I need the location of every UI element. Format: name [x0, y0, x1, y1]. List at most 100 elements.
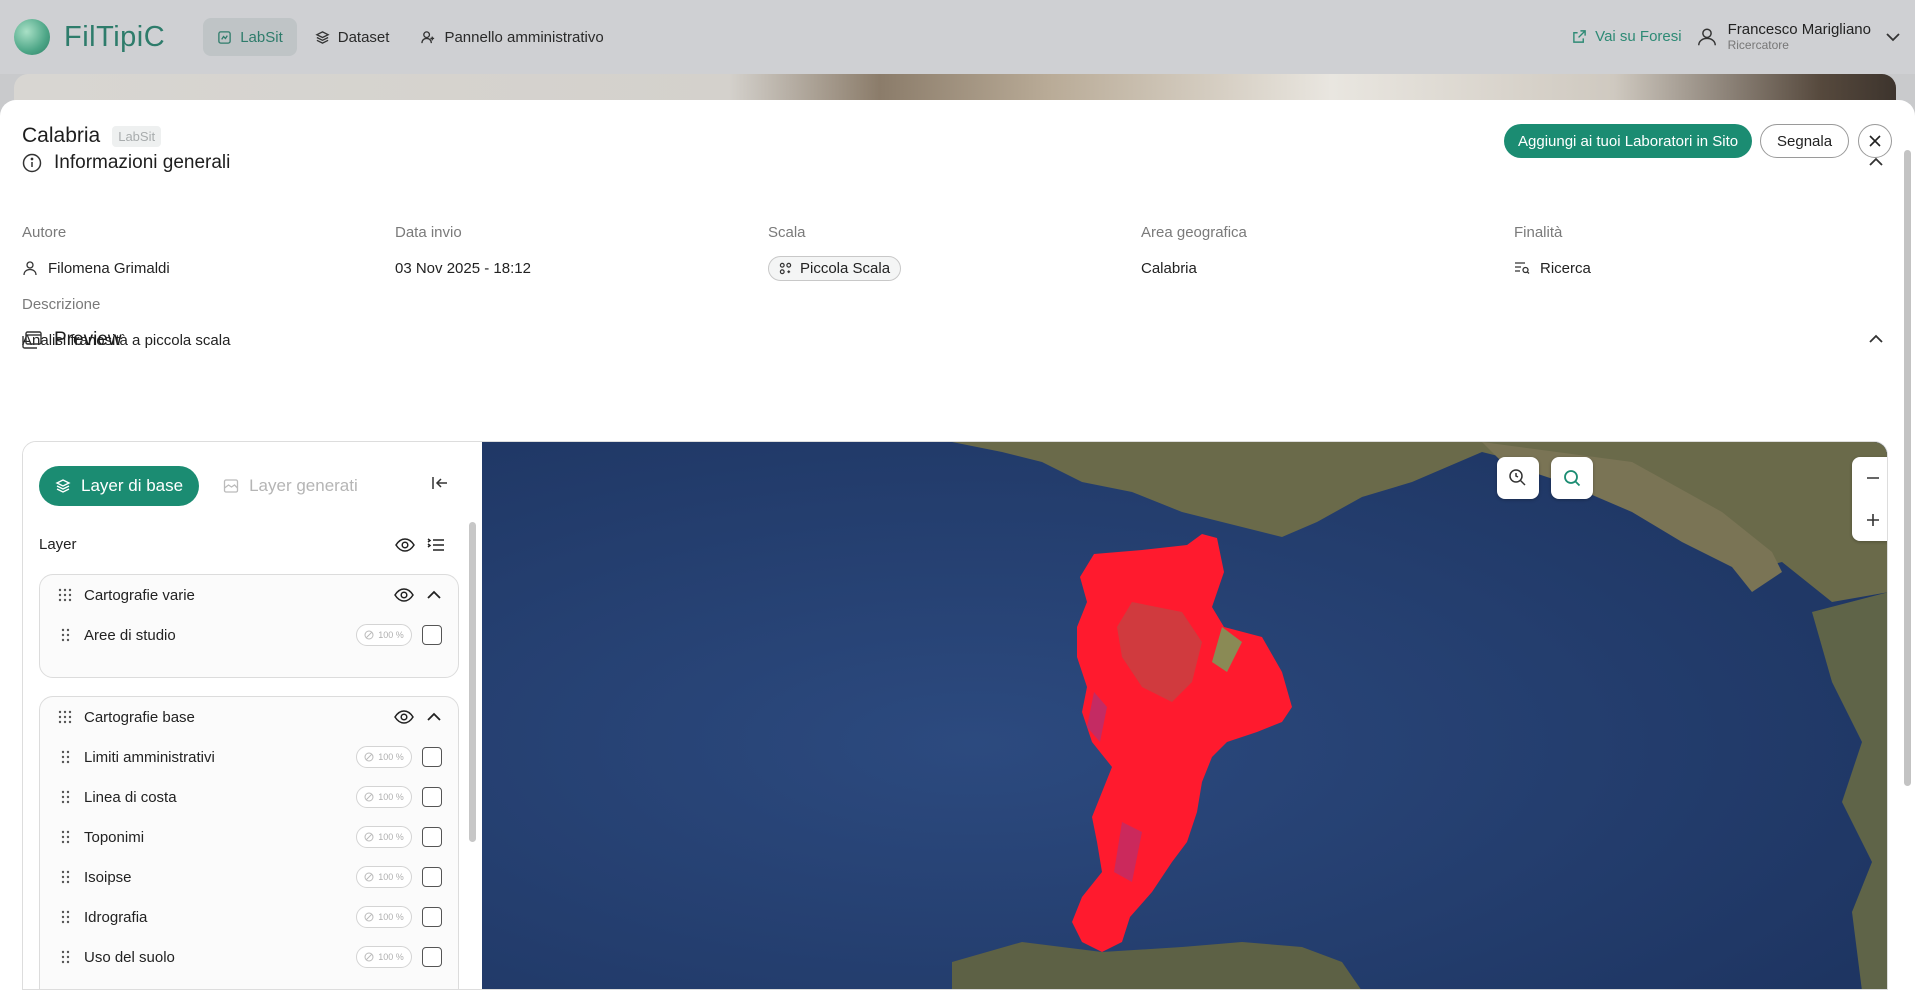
- drag-handle-icon[interactable]: [58, 749, 72, 765]
- map-view[interactable]: [482, 442, 1887, 989]
- opacity-control[interactable]: 100 %: [356, 906, 412, 928]
- scale-value-row: Piccola Scala: [768, 255, 902, 281]
- layer-header-label: Layer: [39, 536, 77, 553]
- minus-icon: [1867, 477, 1879, 479]
- layer-group-header[interactable]: Cartografie varie: [40, 575, 458, 615]
- preview-heading[interactable]: Preview: [22, 329, 122, 351]
- app-logo[interactable]: FilTipiC: [14, 19, 165, 55]
- opacity-control[interactable]: 100 %: [356, 826, 412, 848]
- purpose-value-row: Ricerca: [1514, 255, 1591, 281]
- drag-handle-icon[interactable]: [58, 909, 72, 925]
- user-menu[interactable]: Francesco Marigliano Ricercatore: [1728, 21, 1871, 52]
- chevron-up-icon[interactable]: [1868, 154, 1884, 170]
- list-options-icon[interactable]: [427, 537, 445, 553]
- logo-mark-icon: [14, 19, 50, 55]
- layer-group-name: Cartografie base: [84, 708, 195, 726]
- nav-tab-label: Dataset: [337, 28, 390, 46]
- user-icon: [23, 261, 37, 276]
- add-to-labs-button[interactable]: Aggiungi ai tuoi Laboratori in Sito: [1504, 124, 1753, 158]
- layer-checkbox[interactable]: [422, 747, 442, 767]
- drag-handle-icon[interactable]: [58, 869, 72, 885]
- drag-handle-icon[interactable]: [58, 627, 72, 643]
- layer-checkbox[interactable]: [422, 907, 442, 927]
- layer-group-header[interactable]: Cartografie base: [40, 697, 458, 737]
- opacity-control[interactable]: 100 %: [356, 946, 412, 968]
- nav-right: Vai su Foresi Francesco Marigliano Ricer…: [1572, 21, 1901, 52]
- drag-handle-icon[interactable]: [58, 789, 72, 805]
- layer-controls: 100 %: [356, 866, 442, 888]
- eye-icon[interactable]: [394, 587, 414, 603]
- external-link-foresi[interactable]: Vai su Foresi: [1572, 28, 1682, 46]
- chevron-up-icon[interactable]: [426, 709, 442, 725]
- opacity-control[interactable]: 100 %: [356, 746, 412, 768]
- tab-generated-layers[interactable]: Layer generati: [223, 476, 358, 496]
- layer-checkbox[interactable]: [422, 827, 442, 847]
- top-navigation-bar: FilTipiC LabSit Dataset Pannello amminis…: [0, 0, 1915, 74]
- date-value: 03 Nov 2025 - 18:12: [395, 259, 531, 277]
- layer-row: Toponimi 100 %: [40, 817, 458, 857]
- layer-checkbox[interactable]: [422, 947, 442, 967]
- nav-tab-dataset[interactable]: Dataset: [301, 18, 404, 56]
- location-search-icon: [1509, 469, 1526, 486]
- layer-controls: 100 %: [356, 906, 442, 928]
- opacity-control[interactable]: 100 %: [356, 624, 412, 646]
- drag-handle-icon[interactable]: [58, 949, 72, 965]
- user-role: Ricercatore: [1727, 37, 1789, 52]
- opacity-icon: [364, 872, 374, 882]
- author-value-row: Filomena Grimaldi: [22, 255, 170, 281]
- zoom-in-button[interactable]: [1852, 499, 1887, 541]
- general-info-heading[interactable]: Informazioni generali: [22, 152, 230, 174]
- user-name: Francesco Marigliano: [1727, 21, 1871, 39]
- layer-name: Isoipse: [84, 868, 132, 886]
- zoom-controls: [1852, 457, 1887, 541]
- lab-icon: [218, 30, 231, 44]
- opacity-value: 100 %: [378, 832, 404, 842]
- opacity-value: 100 %: [378, 912, 404, 922]
- panel-scrollbar[interactable]: [1904, 150, 1911, 786]
- layer-checkbox[interactable]: [422, 625, 442, 645]
- layer-row: Limiti amministrativi 100 %: [40, 737, 458, 777]
- chevron-up-icon[interactable]: [426, 587, 442, 603]
- layer-header-actions: [395, 537, 445, 553]
- labsit-detail-panel: Calabria LabSit Aggiungi ai tuoi Laborat…: [0, 100, 1915, 990]
- opacity-control[interactable]: 100 %: [356, 866, 412, 888]
- field-label: Descrizione: [22, 296, 101, 313]
- close-button[interactable]: [1858, 124, 1892, 158]
- eye-icon[interactable]: [395, 537, 415, 553]
- layer-name: Aree di studio: [84, 626, 176, 644]
- drag-handle-icon[interactable]: [58, 829, 72, 845]
- user-avatar-icon[interactable]: [1696, 26, 1718, 48]
- layer-header: Layer: [39, 536, 445, 553]
- scale-field: Scala Piccola Scala: [768, 224, 902, 281]
- chevron-down-icon[interactable]: [1885, 29, 1901, 45]
- research-icon: [1515, 262, 1530, 274]
- layers-icon: [315, 30, 330, 44]
- tab-base-layers[interactable]: Layer di base: [39, 466, 200, 506]
- opacity-control[interactable]: 100 %: [356, 786, 412, 808]
- nav-tab-admin-panel[interactable]: Pannello amministrativo: [407, 18, 617, 56]
- collapse-sidebar-icon[interactable]: [431, 474, 449, 492]
- layer-row: Uso del suolo 100 %: [40, 937, 458, 977]
- chevron-up-icon[interactable]: [1868, 331, 1884, 347]
- layer-checkbox[interactable]: [422, 867, 442, 887]
- layer-row: Isoipse 100 %: [40, 857, 458, 897]
- layer-group-actions: [394, 709, 442, 725]
- report-button[interactable]: Segnala: [1760, 124, 1850, 158]
- map-search-button[interactable]: [1551, 457, 1593, 499]
- date-field: Data invio 03 Nov 2025 - 18:12: [395, 224, 531, 281]
- drag-handle-icon[interactable]: [58, 709, 72, 725]
- purpose-field: Finalità Ricerca: [1514, 224, 1591, 281]
- zoom-out-button[interactable]: [1852, 457, 1887, 499]
- drag-handle-icon[interactable]: [58, 587, 72, 603]
- sidebar-scrollbar[interactable]: [469, 522, 476, 842]
- nav-tab-labsit[interactable]: LabSit: [203, 18, 297, 56]
- layer-checkbox[interactable]: [422, 787, 442, 807]
- opacity-icon: [364, 832, 374, 842]
- map-info-tool-button[interactable]: [1497, 457, 1539, 499]
- preview-container: Layer di base Layer generati Layer Carto…: [22, 441, 1888, 990]
- panel-header: Calabria LabSit: [22, 124, 162, 148]
- opacity-value: 100 %: [378, 952, 404, 962]
- external-link-label: Vai su Foresi: [1595, 28, 1682, 46]
- eye-icon[interactable]: [394, 709, 414, 725]
- map-canvas: [482, 442, 1887, 989]
